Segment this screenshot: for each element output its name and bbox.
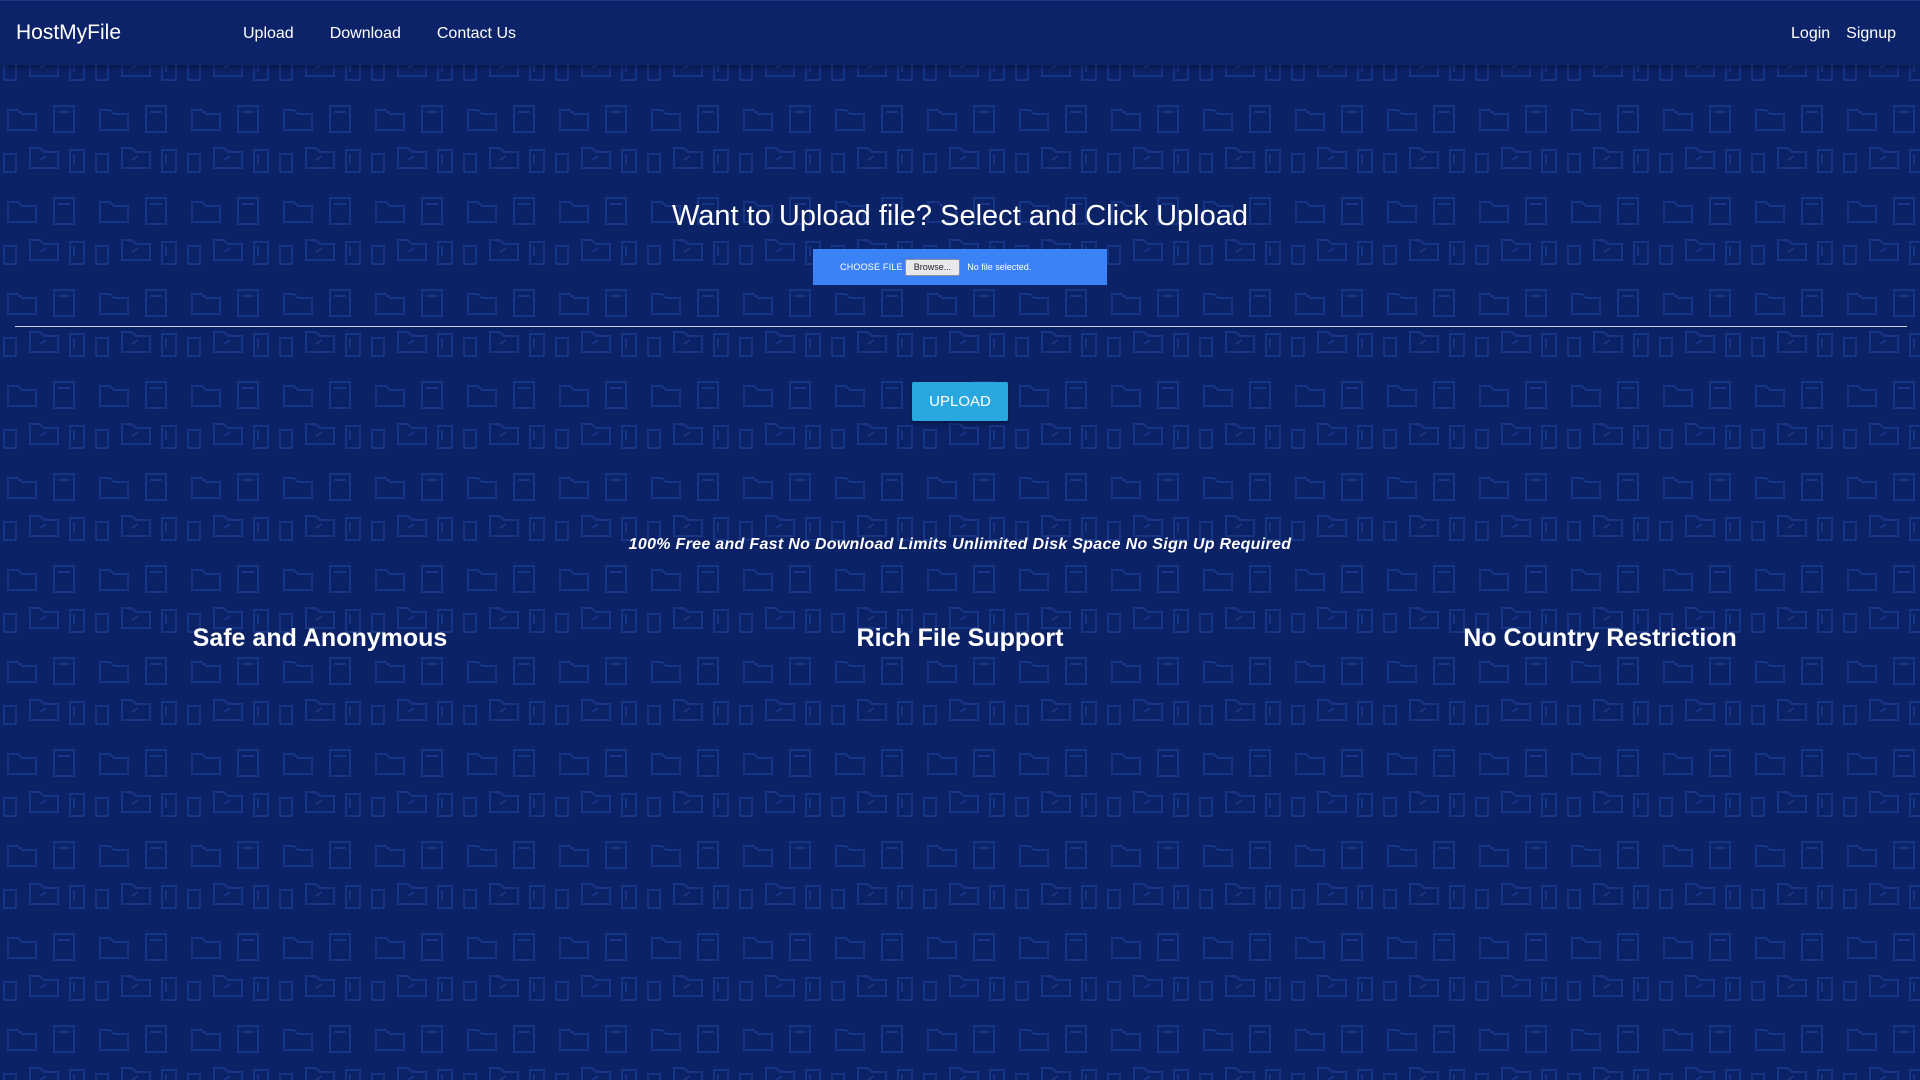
choose-file-label: CHOOSE FILE — [840, 262, 903, 272]
feature-no-country-restriction: No Country Restriction — [1463, 624, 1737, 652]
nav-contact-link[interactable]: Contact Us — [437, 25, 516, 43]
nav-upload-link[interactable]: Upload — [243, 25, 294, 43]
signup-link[interactable]: Signup — [1846, 25, 1896, 43]
feature-safe-anonymous: Safe and Anonymous — [192, 624, 448, 652]
login-link[interactable]: Login — [1791, 25, 1830, 43]
browse-button[interactable]: Browse... — [904, 258, 961, 276]
brand-logo[interactable]: HostMyFile — [16, 21, 121, 45]
file-input[interactable]: CHOOSE FILE Browse... No file selected. — [813, 249, 1107, 285]
upload-button[interactable]: UPLOAD — [912, 382, 1008, 421]
auth-links: Login Signup — [1775, 25, 1896, 43]
file-status-text: No file selected. — [967, 262, 1032, 272]
top-navbar: HostMyFile Upload Download Contact Us Lo… — [0, 0, 1920, 65]
main-content: Want to Upload file? Select and Click Up… — [0, 0, 1920, 1080]
hero-title: Want to Upload file? Select and Click Up… — [671, 200, 1248, 232]
nav-download-link[interactable]: Download — [330, 25, 401, 43]
nav-links: Upload Download Contact Us — [243, 25, 552, 43]
tagline: 100% Free and Fast No Download Limits Un… — [628, 536, 1292, 553]
divider — [15, 326, 1907, 327]
feature-rich-file-support: Rich File Support — [856, 624, 1064, 652]
